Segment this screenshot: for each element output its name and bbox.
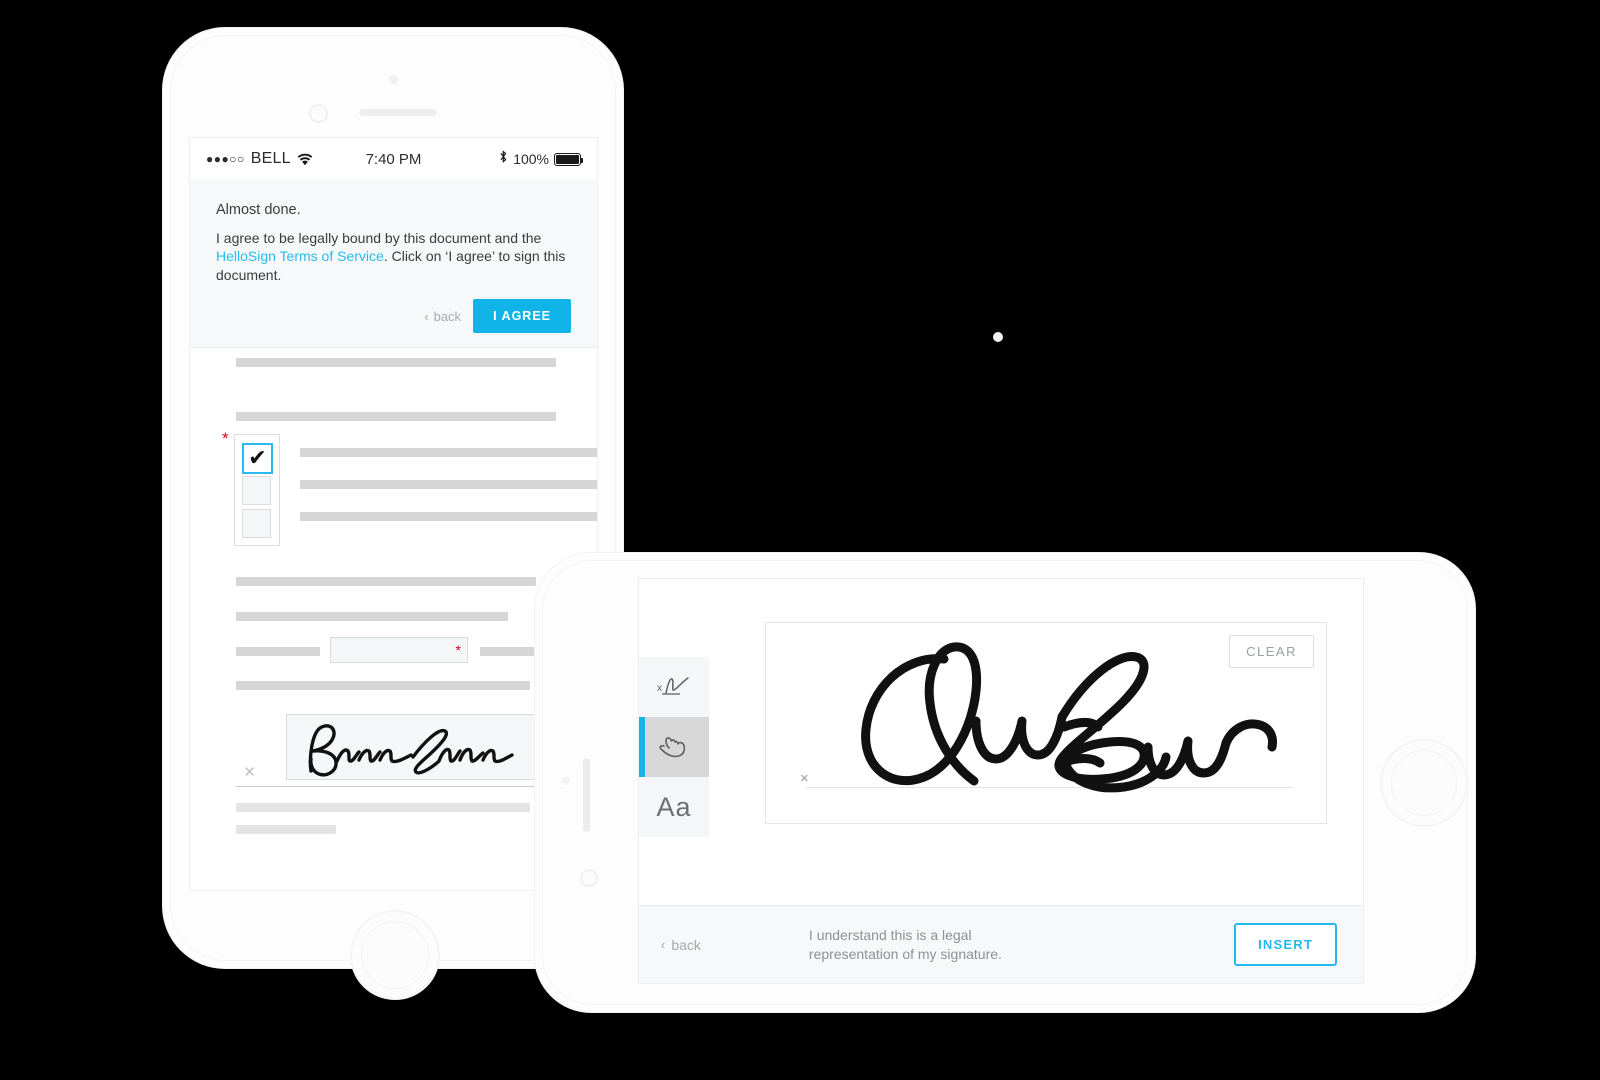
doc-text-line xyxy=(300,512,597,522)
chevron-left-icon: ‹ xyxy=(661,937,666,952)
doc-text-line xyxy=(300,448,597,458)
doc-text-line xyxy=(236,612,508,622)
signature-x-marker: × xyxy=(244,762,256,784)
doc-text-line xyxy=(236,412,556,422)
type-text-tool[interactable]: Aa xyxy=(639,777,709,837)
home-button-inner-ring xyxy=(1391,750,1457,816)
signature-draw-icon: x xyxy=(657,677,689,695)
chevron-left-icon: ‹ xyxy=(424,308,429,324)
terms-of-service-link[interactable]: HelloSign Terms of Service xyxy=(216,248,384,264)
handwritten-signature xyxy=(861,642,1277,793)
text-aa-icon: Aa xyxy=(656,791,692,822)
finger-draw-tool[interactable] xyxy=(639,717,709,777)
status-bar-clock: 7:40 PM xyxy=(365,150,422,168)
doc-text-line xyxy=(236,803,530,813)
doc-text-line xyxy=(480,647,538,657)
doc-text-line xyxy=(236,681,530,691)
banner-body: I agree to be legally bound by this docu… xyxy=(216,229,568,284)
proximity-sensor-icon xyxy=(562,777,570,785)
signature-field[interactable] xyxy=(286,714,548,781)
home-button[interactable] xyxy=(1380,739,1468,827)
field-required-asterisk: * xyxy=(455,642,461,659)
hand-pointer-icon xyxy=(659,737,686,758)
banner-body-part1: I agree to be legally bound by this docu… xyxy=(216,230,542,246)
back-button[interactable]: ‹ back xyxy=(424,309,461,324)
legal-line-1: I understand this is a legal xyxy=(808,926,972,943)
signal-strength-dots-icon: ●●●○○ xyxy=(206,152,245,166)
check-mark-icon: ✔ xyxy=(248,444,267,470)
doc-text-line xyxy=(236,358,556,368)
status-bar: ●●●○○ BELL 7:40 PM 100% xyxy=(190,138,597,180)
stray-highlight-dot xyxy=(993,332,1003,342)
required-asterisk: * xyxy=(222,429,229,449)
signature-capture-area: x Aa CLEAR × xyxy=(639,579,1363,905)
draw-signature-tool[interactable]: x xyxy=(639,657,709,717)
signature-drawing-pad[interactable]: CLEAR × xyxy=(765,622,1327,824)
status-bar-right: 100% xyxy=(421,150,583,168)
wifi-icon xyxy=(297,153,313,166)
status-bar-left: ●●●○○ BELL xyxy=(206,150,366,168)
banner-actions: ‹ back I AGREE xyxy=(216,299,571,334)
required-text-field[interactable]: * xyxy=(330,637,468,664)
doc-text-line xyxy=(236,825,336,835)
almost-done-banner: Almost done. I agree to be legally bound… xyxy=(190,180,597,349)
legal-line-2: representation of my signature. xyxy=(808,945,1002,962)
checkbox-option-2[interactable] xyxy=(242,476,271,506)
back-button[interactable]: ‹ back xyxy=(661,937,701,953)
insert-button[interactable]: INSERT xyxy=(1234,923,1337,966)
legal-disclaimer-text: I understand this is a legal representat… xyxy=(725,926,1210,964)
checkbox-group[interactable]: ✔ xyxy=(234,434,280,547)
handwritten-signature xyxy=(308,724,514,777)
phone-landscape-device: x Aa CLEAR × ‹ back I understand this is… xyxy=(535,553,1475,1012)
signature-tool-sidebar: x Aa xyxy=(639,579,709,905)
checkbox-option-1[interactable]: ✔ xyxy=(242,443,273,475)
banner-title: Almost done. xyxy=(216,202,301,218)
carrier-label: BELL xyxy=(250,150,291,167)
home-button[interactable] xyxy=(350,910,440,1000)
front-camera-icon xyxy=(309,104,328,123)
checkbox-option-3[interactable] xyxy=(242,509,271,539)
signature-baseline xyxy=(236,786,536,788)
i-agree-button[interactable]: I AGREE xyxy=(473,299,571,334)
landscape-phone-screen: x Aa CLEAR × ‹ back I understand this is… xyxy=(639,579,1363,983)
signature-footer-bar: ‹ back I understand this is a legal repr… xyxy=(639,905,1363,983)
doc-text-line xyxy=(236,577,536,587)
bluetooth-icon xyxy=(499,150,508,168)
battery-full-icon xyxy=(554,152,583,166)
signature-x-marker: × xyxy=(800,770,809,787)
back-button-label: back xyxy=(671,936,701,953)
front-camera-icon xyxy=(580,869,598,887)
earpiece-speaker-icon xyxy=(583,758,590,832)
home-button-inner-ring xyxy=(361,921,429,989)
doc-text-line xyxy=(300,480,597,490)
earpiece-speaker-icon xyxy=(359,109,437,116)
proximity-sensor-icon xyxy=(389,75,398,84)
svg-text:x: x xyxy=(657,683,662,694)
battery-percent-label: 100% xyxy=(513,151,549,167)
doc-text-line xyxy=(236,647,320,657)
back-button-label: back xyxy=(433,308,462,324)
